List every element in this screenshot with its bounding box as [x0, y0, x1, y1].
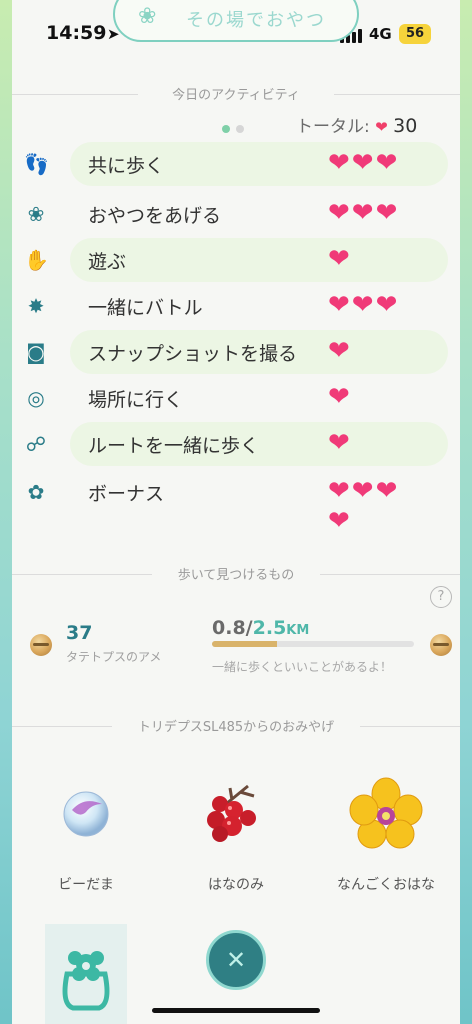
walk-distance: 0.8/2.5KM: [212, 617, 310, 639]
berry-bunch-icon: ❀: [138, 4, 157, 29]
distance-unit: KM: [286, 623, 310, 638]
heart-icon: ❤: [375, 290, 400, 320]
page-dots[interactable]: [222, 118, 250, 137]
activity-label: 場所に行く: [88, 389, 184, 411]
candy-name: タテトプスのアメ: [66, 650, 162, 664]
heart-icon: ❤: [375, 476, 400, 506]
heart-icon: ❤: [328, 148, 352, 178]
flower-icon: ✿: [27, 480, 45, 504]
activity-row[interactable]: ✸ 一緒にバトル ❤❤❤: [20, 284, 452, 330]
heart-icon: ❤: [351, 290, 376, 320]
activity-section-title: 今日のアクティビティ: [172, 88, 300, 103]
footprints-icon: 👣: [24, 152, 49, 176]
walk-section-header: 歩いて見つけるもの: [12, 564, 460, 584]
page-dot[interactable]: [236, 125, 244, 133]
marble-icon: [46, 774, 126, 854]
page-title: その場でおやつ: [186, 10, 326, 31]
heart-icon: ❤: [328, 428, 352, 458]
souvenir-name: なんごくおはな: [337, 877, 435, 893]
activity-row[interactable]: ❀ おやつをあげる ❤❤❤: [20, 192, 452, 238]
clock: 14:59: [46, 22, 107, 44]
walk-progress-bar: [212, 641, 414, 647]
battle-icon: ✸: [27, 294, 45, 318]
distance-goal: 2.5: [252, 617, 287, 639]
tropical-flower-icon: [346, 774, 426, 854]
souvenir-section-header: トリデプスSL485からのおみやげ: [12, 716, 460, 736]
heart-icon: ❤: [328, 244, 352, 274]
page-dot-active[interactable]: [222, 125, 230, 133]
heart-icon: ❤: [328, 382, 352, 412]
walk-progress-fill: [212, 641, 277, 647]
help-icon[interactable]: ?: [430, 586, 452, 608]
heart-icon: ❤: [328, 290, 352, 320]
candy-reward-icon: [430, 634, 452, 656]
route-icon: ☍: [25, 432, 47, 456]
activity-label: 一緒にバトル: [88, 297, 203, 319]
heart-icon: ❤: [328, 476, 352, 506]
souvenir-item[interactable]: なんごくおはな: [316, 774, 456, 893]
heart-icon: ❤: [351, 148, 376, 178]
activity-label: 共に歩く: [88, 155, 165, 177]
activity-label: おやつをあげる: [88, 205, 222, 227]
activity-hearts: ❤❤❤: [328, 198, 448, 228]
heart-icon: ❤: [328, 198, 352, 228]
heart-icon: ❤: [351, 198, 376, 228]
total-affection: トータル: ❤ 30: [296, 112, 417, 137]
candy-count: 37: [66, 622, 93, 644]
heart-icon: ❤: [351, 476, 376, 506]
heart-icon: ❤: [375, 198, 400, 228]
activity-label: ルートを一緒に歩く: [88, 435, 260, 457]
heart-icon: ❤: [328, 506, 352, 536]
activity-label: ボーナス: [88, 483, 165, 505]
berries-icon: [196, 774, 276, 854]
activity-hearts: ❤❤❤ ❤: [328, 476, 448, 536]
close-button[interactable]: ✕: [206, 930, 266, 990]
activity-row[interactable]: ◙ スナップショットを撮る ❤: [20, 330, 452, 376]
battery-badge: 56: [399, 24, 431, 44]
souvenir-name: はなのみ: [208, 877, 264, 893]
treat-bag-icon: [62, 951, 110, 1011]
bag-button[interactable]: [45, 924, 127, 1024]
souvenir-section-title: トリデプスSL485からのおみやげ: [137, 720, 335, 735]
souvenir-item[interactable]: はなのみ: [166, 774, 306, 893]
wave-hand-icon: ✋: [24, 248, 49, 272]
activity-row[interactable]: ☍ ルートを一緒に歩く ❤: [20, 422, 452, 468]
activity-hearts: ❤: [328, 336, 448, 366]
activity-hearts: ❤: [328, 428, 448, 458]
activity-row[interactable]: 👣 共に歩く ❤❤❤: [20, 142, 452, 188]
heart-icon: ❤: [328, 336, 352, 366]
activity-label: スナップショットを撮る: [88, 343, 298, 365]
activity-hearts: ❤: [328, 382, 448, 412]
total-label: トータル:: [296, 117, 370, 137]
heart-icon: ❤: [375, 148, 400, 178]
souvenir-item[interactable]: ビーだま: [16, 774, 156, 893]
berries-icon: ❀: [27, 202, 45, 226]
distance-current: 0.8: [212, 617, 246, 639]
activity-hearts: ❤: [328, 244, 448, 274]
total-value: 30: [393, 115, 418, 137]
network-label: 4G: [369, 25, 392, 43]
activity-label: 遊ぶ: [88, 251, 127, 273]
activity-row[interactable]: ◎ 場所に行く ❤: [20, 376, 452, 422]
walk-hint: 一緒に歩くといいことがあるよ！: [212, 660, 393, 674]
home-indicator[interactable]: [152, 1008, 320, 1013]
walk-section-title: 歩いて見つけるもの: [177, 568, 295, 583]
pokestop-icon: ◎: [27, 386, 45, 410]
activity-hearts: ❤❤❤: [328, 290, 448, 320]
activity-hearts: ❤❤❤: [328, 148, 448, 178]
activity-row[interactable]: ✿ ボーナス ❤❤❤ ❤: [20, 470, 452, 536]
souvenir-name: ビーだま: [58, 877, 114, 893]
activity-section-header: 今日のアクティビティ: [12, 84, 460, 104]
activity-row[interactable]: ✋ 遊ぶ ❤: [20, 238, 452, 284]
candy-icon: [30, 634, 52, 656]
camera-icon: ◙: [26, 340, 46, 364]
heart-icon: ❤: [375, 118, 388, 136]
